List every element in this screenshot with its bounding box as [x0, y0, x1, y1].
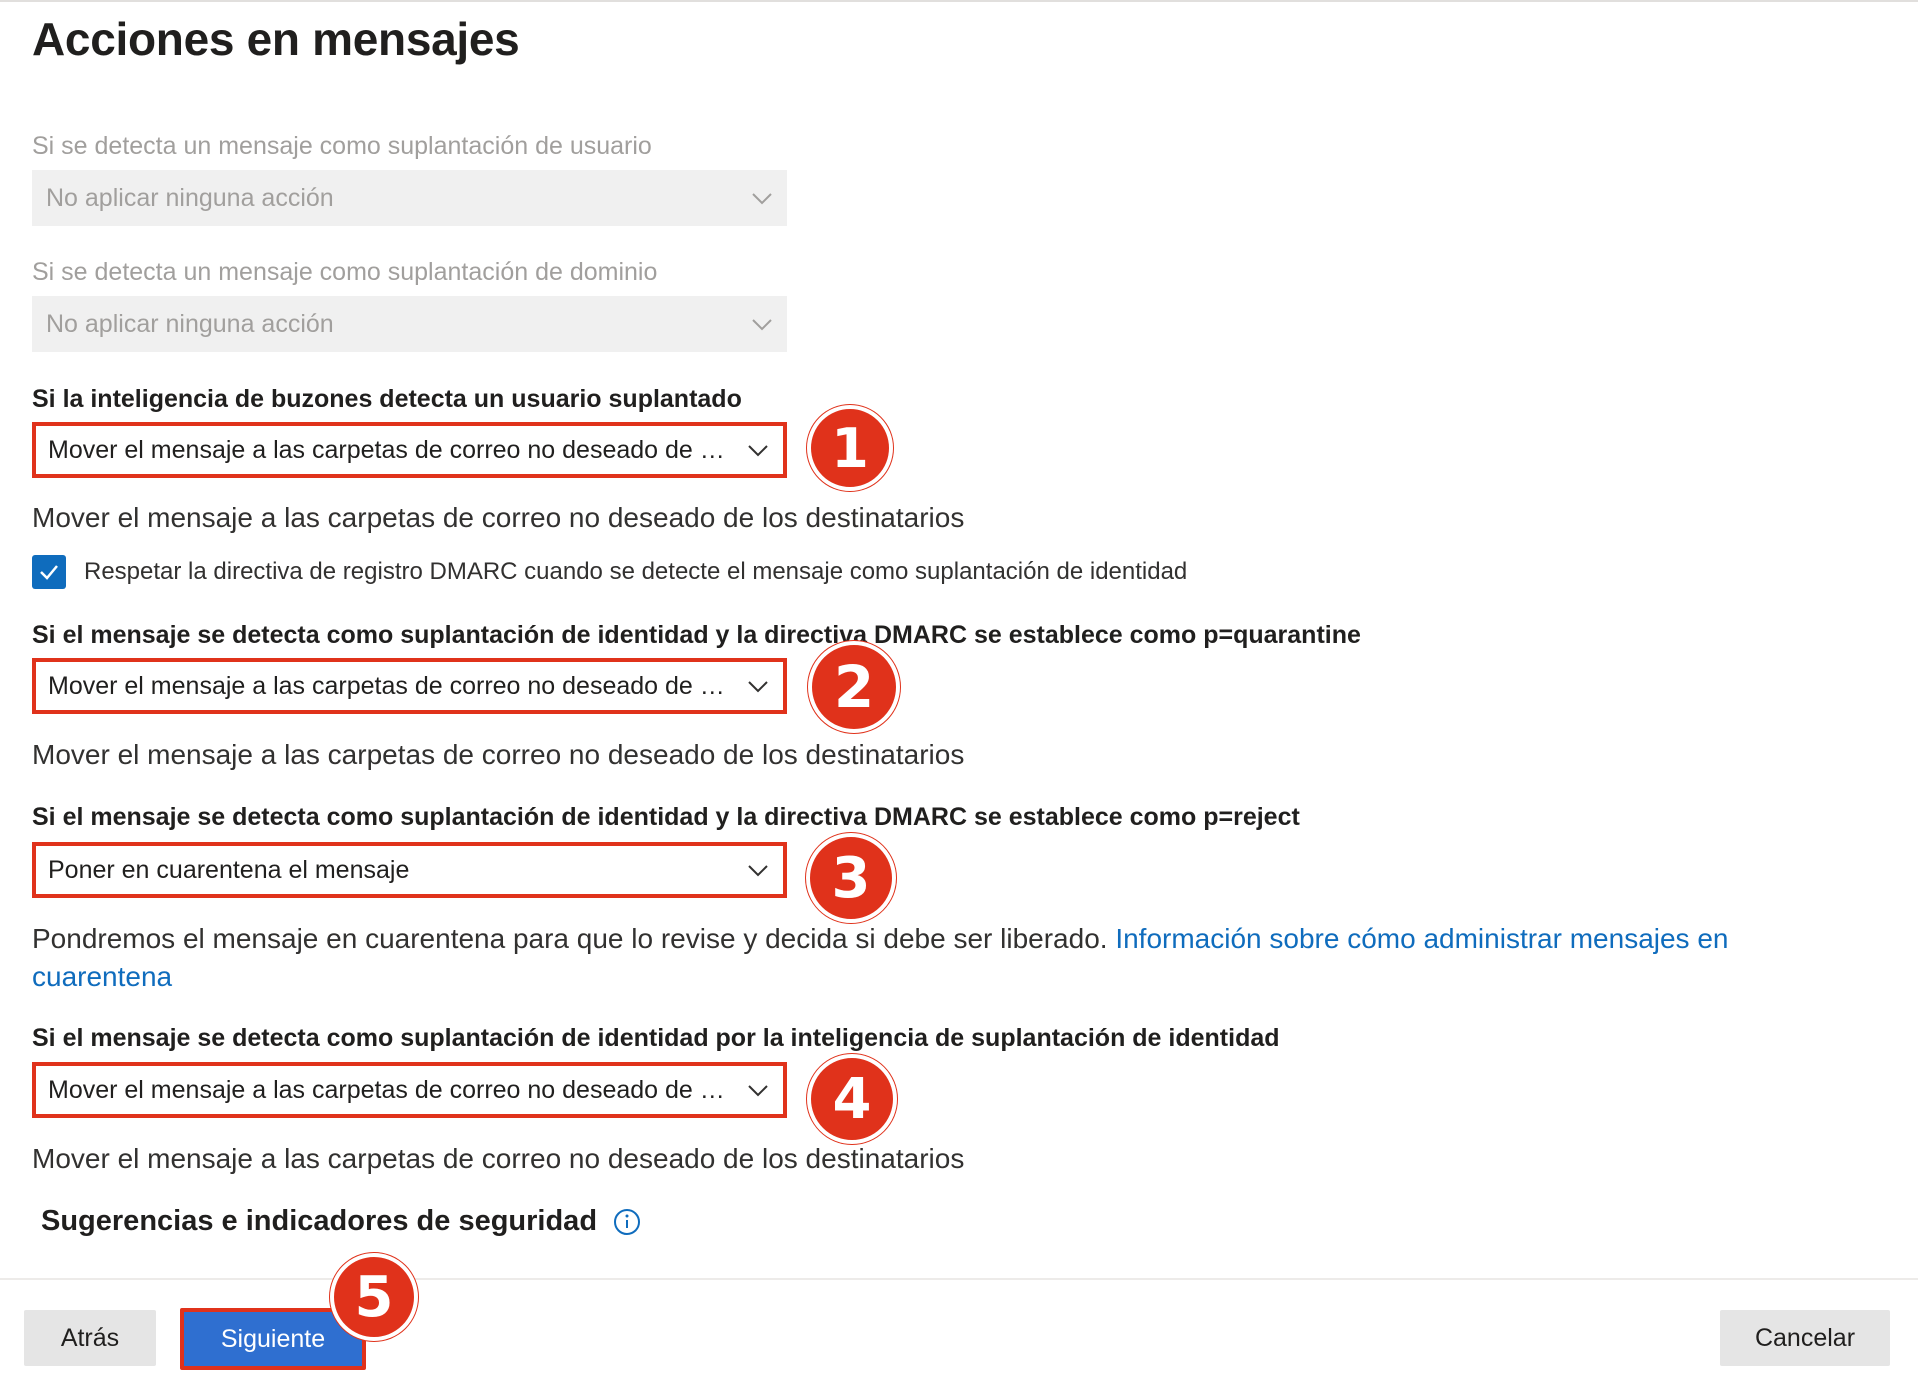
dmarc-reject-label: Si el mensaje se detecta como suplantaci… — [32, 803, 1300, 831]
mailbox-intelligence-value: Mover el mensaje a las carpetas de corre… — [48, 435, 728, 464]
mailbox-intelligence-description: Mover el mensaje a las carpetas de corre… — [32, 502, 965, 533]
step-badge-4: 4 — [807, 1054, 897, 1144]
cancel-button[interactable]: Cancelar — [1720, 1310, 1890, 1366]
dmarc-reject-description-text: Pondremos el mensaje en cuarentena para … — [32, 923, 1108, 954]
dmarc-quarantine-description: Mover el mensaje a las carpetas de corre… — [32, 739, 965, 770]
dmarc-quarantine-label: Si el mensaje se detecta como suplantaci… — [32, 621, 1361, 649]
domain-impersonation-dropdown: No aplicar ninguna acción — [32, 296, 787, 352]
domain-impersonation-value: No aplicar ninguna acción — [46, 309, 334, 338]
checkmark-icon — [40, 565, 58, 580]
spoof-intelligence-value: Mover el mensaje a las carpetas de corre… — [48, 1075, 728, 1104]
chevron-down-icon — [748, 445, 768, 457]
spoof-intelligence-dropdown[interactable]: Mover el mensaje a las carpetas de corre… — [32, 1062, 787, 1118]
dmarc-quarantine-value: Mover el mensaje a las carpetas de corre… — [48, 671, 728, 700]
domain-impersonation-label: Si se detecta un mensaje como suplantaci… — [32, 258, 658, 286]
safety-tips-title-text: Sugerencias e indicadores de seguridad — [41, 1205, 598, 1237]
honor-dmarc-label: Respetar la directiva de registro DMARC … — [84, 558, 1188, 585]
dmarc-reject-value: Poner en cuarentena el mensaje — [48, 855, 410, 884]
user-impersonation-dropdown: No aplicar ninguna acción — [32, 170, 787, 226]
spoof-intelligence-label: Si el mensaje se detecta como suplantaci… — [32, 1024, 1280, 1052]
user-impersonation-label: Si se detecta un mensaje como suplantaci… — [32, 132, 652, 160]
safety-tips-title: Sugerencias e indicadores de seguridad — [41, 1205, 641, 1238]
chevron-down-icon — [748, 681, 768, 693]
chevron-down-icon — [752, 193, 772, 205]
dmarc-reject-description: Pondremos el mensaje en cuarentena para … — [32, 920, 1772, 996]
mailbox-intelligence-dropdown[interactable]: Mover el mensaje a las carpetas de corre… — [32, 422, 787, 478]
chevron-down-icon — [748, 865, 768, 877]
step-badge-3: 3 — [806, 833, 896, 923]
info-icon[interactable] — [613, 1208, 641, 1236]
chevron-down-icon — [752, 319, 772, 331]
dmarc-quarantine-dropdown[interactable]: Mover el mensaje a las carpetas de corre… — [32, 658, 787, 714]
step-badge-5: 5 — [330, 1253, 418, 1341]
page-title: Acciones en mensajes — [32, 13, 520, 65]
footer-divider — [0, 1278, 1918, 1280]
honor-dmarc-row: Respetar la directiva de registro DMARC … — [32, 555, 1187, 589]
spoof-intelligence-description: Mover el mensaje a las carpetas de corre… — [32, 1143, 965, 1174]
back-button[interactable]: Atrás — [24, 1310, 156, 1366]
dmarc-reject-dropdown[interactable]: Poner en cuarentena el mensaje — [32, 842, 787, 898]
honor-dmarc-checkbox[interactable] — [32, 555, 66, 589]
step-badge-1: 1 — [807, 405, 893, 491]
user-impersonation-value: No aplicar ninguna acción — [46, 183, 334, 212]
chevron-down-icon — [748, 1085, 768, 1097]
step-badge-2: 2 — [808, 641, 900, 733]
top-border — [0, 0, 1918, 2]
mailbox-intelligence-label: Si la inteligencia de buzones detecta un… — [32, 385, 742, 413]
